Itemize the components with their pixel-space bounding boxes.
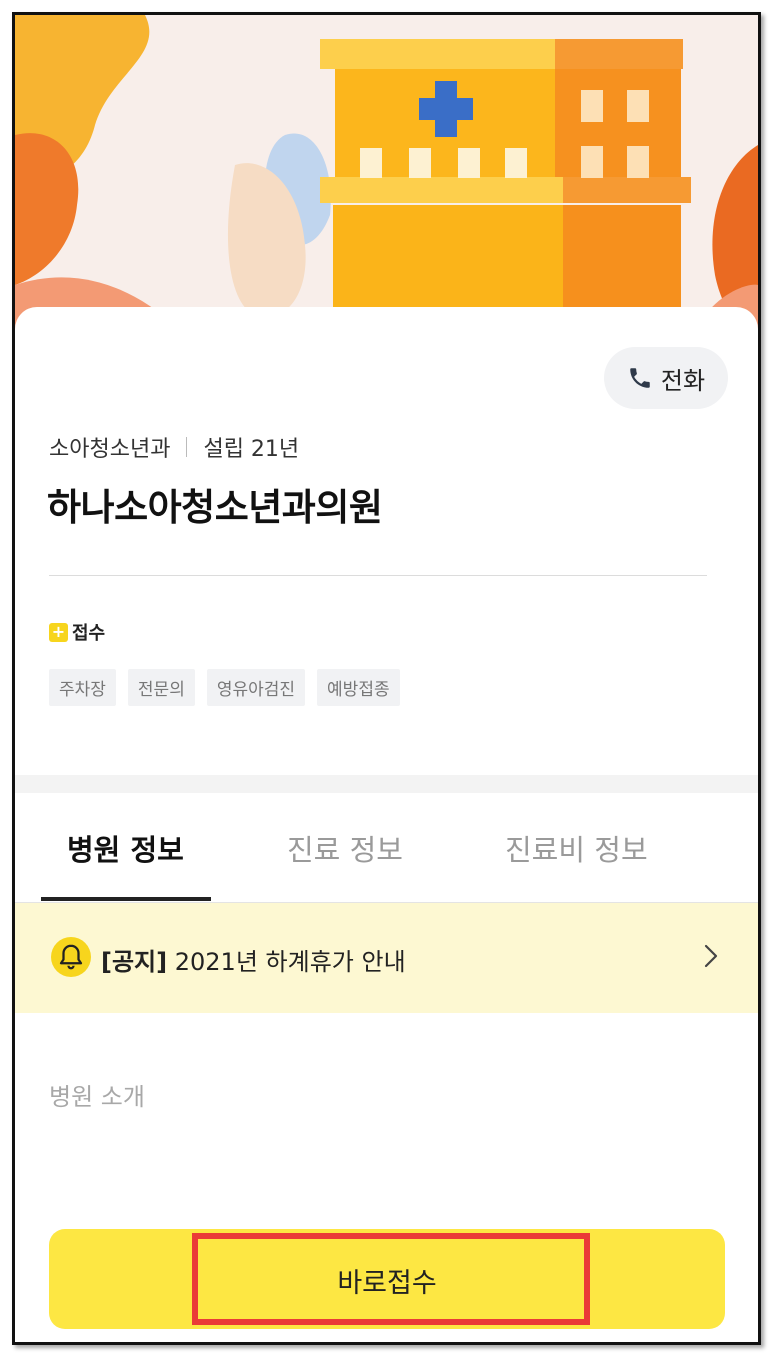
hospital-intro-heading: 병원 소개 xyxy=(49,1083,145,1111)
hospital-building-illustration xyxy=(15,15,758,335)
tab-hospital-info[interactable]: 병원 정보 xyxy=(67,827,184,869)
divider xyxy=(49,575,707,576)
tab-treatment-info[interactable]: 진료 정보 xyxy=(287,827,403,869)
call-button-label: 전화 xyxy=(660,366,706,395)
annotation-highlight-box xyxy=(192,1233,590,1325)
call-button[interactable]: 전화 xyxy=(604,347,728,409)
notice-title: 2021년 하계휴가 안내 xyxy=(174,948,406,976)
feature-tags: 주차장 전문의 영유아검진 예방접종 xyxy=(49,669,400,706)
hospital-info-card: 전화 소아청소년과 설립 21년 하나소아청소년과의원 + 접수 주차장 전문의… xyxy=(15,307,758,777)
notice-banner[interactable]: [공지] 2021년 하계휴가 안내 xyxy=(15,903,758,1013)
established-label: 설립 21년 xyxy=(203,437,300,462)
receipt-badge: + 접수 xyxy=(49,619,105,645)
hospital-meta: 소아청소년과 설립 21년 xyxy=(49,431,299,463)
plus-icon: + xyxy=(49,622,68,642)
receipt-label: 접수 xyxy=(72,623,106,644)
hospital-name: 하나소아청소년과의원 xyxy=(47,486,383,529)
meta-separator xyxy=(186,437,188,457)
app-screen: 전화 소아청소년과 설립 21년 하나소아청소년과의원 + 접수 주차장 전문의… xyxy=(12,12,761,1345)
tag-specialist: 전문의 xyxy=(127,669,195,706)
phone-icon xyxy=(630,368,650,388)
section-divider xyxy=(15,775,758,793)
notice-tag: [공지] xyxy=(101,948,168,976)
department-label: 소아청소년과 xyxy=(49,437,171,462)
tab-bar: 병원 정보 진료 정보 진료비 정보 xyxy=(15,793,758,903)
active-tab-indicator xyxy=(41,897,211,901)
notice-text: [공지] 2021년 하계휴가 안내 xyxy=(101,942,406,977)
tag-parking: 주차장 xyxy=(49,669,116,706)
tag-vaccination: 예방접종 xyxy=(317,669,400,706)
chevron-right-icon xyxy=(704,944,718,968)
tag-infant-checkup: 영유아검진 xyxy=(206,669,306,706)
bell-icon xyxy=(51,937,91,977)
tab-cost-info[interactable]: 진료비 정보 xyxy=(505,827,648,869)
hospital-illustration xyxy=(15,15,758,335)
